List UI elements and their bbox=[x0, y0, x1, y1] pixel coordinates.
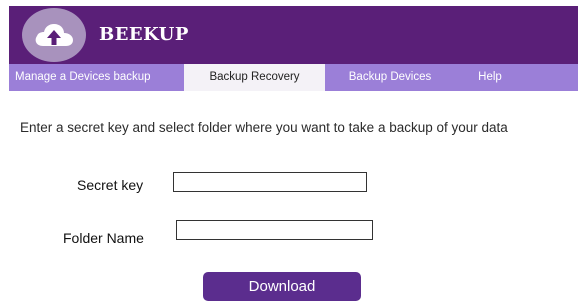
cloud-upload-icon bbox=[35, 24, 73, 46]
tab-help[interactable]: Help bbox=[455, 64, 525, 91]
tab-backup-recovery[interactable]: Backup Recovery bbox=[184, 64, 325, 91]
secret-key-label: Secret key bbox=[77, 177, 144, 193]
page: BEEKUP Manage a Devices backup Backup Re… bbox=[0, 0, 578, 303]
logo bbox=[22, 8, 86, 62]
folder-name-input[interactable] bbox=[176, 220, 373, 240]
instructions-text: Enter a secret key and select folder whe… bbox=[20, 120, 508, 135]
folder-name-label: Folder Name bbox=[63, 230, 144, 246]
tab-backup-devices[interactable]: Backup Devices bbox=[325, 64, 455, 91]
app-header: BEEKUP bbox=[9, 6, 578, 64]
tab-bar: Manage a Devices backup Backup Recovery … bbox=[9, 64, 578, 91]
tab-manage-devices-backup[interactable]: Manage a Devices backup bbox=[9, 64, 184, 91]
download-button[interactable]: Download bbox=[203, 272, 361, 301]
brand-name: BEEKUP bbox=[99, 24, 189, 45]
secret-key-input[interactable] bbox=[173, 172, 367, 192]
